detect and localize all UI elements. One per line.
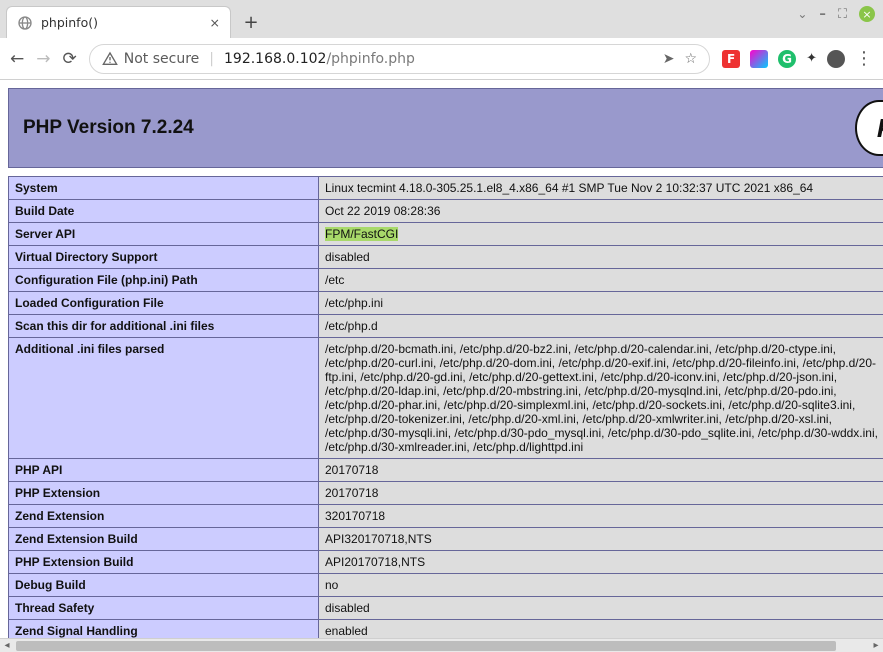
- table-row: Zend Extension320170718: [9, 505, 883, 528]
- window-maximize-icon[interactable]: ⛶: [838, 7, 847, 22]
- table-value: disabled: [319, 597, 883, 620]
- table-value: FPM/FastCGI: [319, 223, 883, 246]
- phpinfo-table: SystemLinux tecmint 4.18.0-305.25.1.el8_…: [8, 176, 883, 638]
- table-key: Loaded Configuration File: [9, 292, 319, 315]
- table-row: Build DateOct 22 2019 08:28:36: [9, 200, 883, 223]
- table-row: Server APIFPM/FastCGI: [9, 223, 883, 246]
- extensions-puzzle-icon[interactable]: ✦: [806, 51, 817, 66]
- extension-grammarly-icon[interactable]: G: [778, 50, 796, 68]
- menu-kebab-icon[interactable]: ⋮: [855, 48, 873, 69]
- send-icon[interactable]: ➤: [663, 51, 675, 67]
- security-indicator[interactable]: Not secure: [102, 51, 200, 67]
- back-button[interactable]: ←: [10, 49, 24, 69]
- table-value: API320170718,NTS: [319, 528, 883, 551]
- window-controls: ⌄ – ⛶ ×: [797, 6, 875, 22]
- phpinfo-header: PHP Version 7.2.24 PH: [8, 88, 883, 168]
- table-value: enabled: [319, 620, 883, 639]
- scroll-track[interactable]: [14, 640, 869, 652]
- table-key: Scan this dir for additional .ini files: [9, 315, 319, 338]
- table-value: API20170718,NTS: [319, 551, 883, 574]
- table-row: Virtual Directory Supportdisabled: [9, 246, 883, 269]
- table-value: disabled: [319, 246, 883, 269]
- security-label: Not secure: [124, 51, 200, 67]
- new-tab-button[interactable]: +: [237, 8, 265, 36]
- table-value: /etc: [319, 269, 883, 292]
- window-chevron-icon[interactable]: ⌄: [797, 7, 807, 21]
- table-value: 20170718: [319, 459, 883, 482]
- tab-title: phpinfo(): [41, 15, 202, 30]
- table-value: 320170718: [319, 505, 883, 528]
- php-logo-icon: PH: [855, 100, 883, 156]
- table-value: /etc/php.ini: [319, 292, 883, 315]
- table-key: Thread Safety: [9, 597, 319, 620]
- table-value: Linux tecmint 4.18.0-305.25.1.el8_4.x86_…: [319, 177, 883, 200]
- table-key: Zend Extension Build: [9, 528, 319, 551]
- table-value: /etc/php.d: [319, 315, 883, 338]
- table-key: Configuration File (php.ini) Path: [9, 269, 319, 292]
- toolbar: ← → ⟳ Not secure | 192.168.0.102/phpinfo…: [0, 38, 883, 80]
- browser-chrome: ⌄ – ⛶ × phpinfo() × + ← → ⟳ Not secure |…: [0, 0, 883, 80]
- address-bar[interactable]: Not secure | 192.168.0.102/phpinfo.php ➤…: [89, 44, 710, 74]
- table-key: System: [9, 177, 319, 200]
- globe-icon: [17, 15, 33, 31]
- bookmark-star-icon[interactable]: ☆: [685, 51, 698, 67]
- phpinfo-page: PHP Version 7.2.24 PH SystemLinux tecmin…: [0, 80, 883, 638]
- table-row: Configuration File (php.ini) Path/etc: [9, 269, 883, 292]
- warning-icon: [102, 51, 118, 67]
- profile-avatar-icon[interactable]: [827, 50, 845, 68]
- table-key: PHP API: [9, 459, 319, 482]
- table-row: Zend Signal Handlingenabled: [9, 620, 883, 639]
- window-close-icon[interactable]: ×: [859, 6, 875, 22]
- table-key: Virtual Directory Support: [9, 246, 319, 269]
- extension-icons: F G ✦ ⋮: [722, 48, 873, 69]
- table-row: PHP Extension20170718: [9, 482, 883, 505]
- table-key: PHP Extension: [9, 482, 319, 505]
- extension-flipboard-icon[interactable]: F: [722, 50, 740, 68]
- table-key: Zend Signal Handling: [9, 620, 319, 639]
- table-key: Debug Build: [9, 574, 319, 597]
- php-version-title: PHP Version 7.2.24: [23, 117, 194, 139]
- tab-bar: phpinfo() × +: [0, 0, 883, 38]
- table-row: Loaded Configuration File/etc/php.ini: [9, 292, 883, 315]
- table-value: Oct 22 2019 08:28:36: [319, 200, 883, 223]
- table-key: PHP Extension Build: [9, 551, 319, 574]
- table-key: Additional .ini files parsed: [9, 338, 319, 459]
- window-minimize-icon[interactable]: –: [819, 7, 826, 22]
- table-value: /etc/php.d/20-bcmath.ini, /etc/php.d/20-…: [319, 338, 883, 459]
- scroll-right-icon[interactable]: ▸: [869, 640, 883, 651]
- scroll-left-icon[interactable]: ◂: [0, 640, 14, 651]
- horizontal-scrollbar[interactable]: ◂ ▸: [0, 638, 883, 652]
- extension-gradient-icon[interactable]: [750, 50, 768, 68]
- scroll-thumb[interactable]: [16, 641, 836, 651]
- table-row: Additional .ini files parsed/etc/php.d/2…: [9, 338, 883, 459]
- tab-close-icon[interactable]: ×: [210, 15, 220, 30]
- table-row: Zend Extension BuildAPI320170718,NTS: [9, 528, 883, 551]
- page-viewport: PHP Version 7.2.24 PH SystemLinux tecmin…: [0, 80, 883, 638]
- table-key: Server API: [9, 223, 319, 246]
- table-row: Thread Safetydisabled: [9, 597, 883, 620]
- table-row: Debug Buildno: [9, 574, 883, 597]
- table-value: no: [319, 574, 883, 597]
- reload-button[interactable]: ⟳: [63, 49, 77, 69]
- url-text: 192.168.0.102/phpinfo.php: [224, 51, 653, 67]
- forward-button[interactable]: →: [36, 49, 50, 69]
- table-value: 20170718: [319, 482, 883, 505]
- table-key: Zend Extension: [9, 505, 319, 528]
- table-row: SystemLinux tecmint 4.18.0-305.25.1.el8_…: [9, 177, 883, 200]
- table-key: Build Date: [9, 200, 319, 223]
- table-row: PHP Extension BuildAPI20170718,NTS: [9, 551, 883, 574]
- browser-tab-active[interactable]: phpinfo() ×: [6, 6, 231, 38]
- table-row: Scan this dir for additional .ini files/…: [9, 315, 883, 338]
- table-row: PHP API20170718: [9, 459, 883, 482]
